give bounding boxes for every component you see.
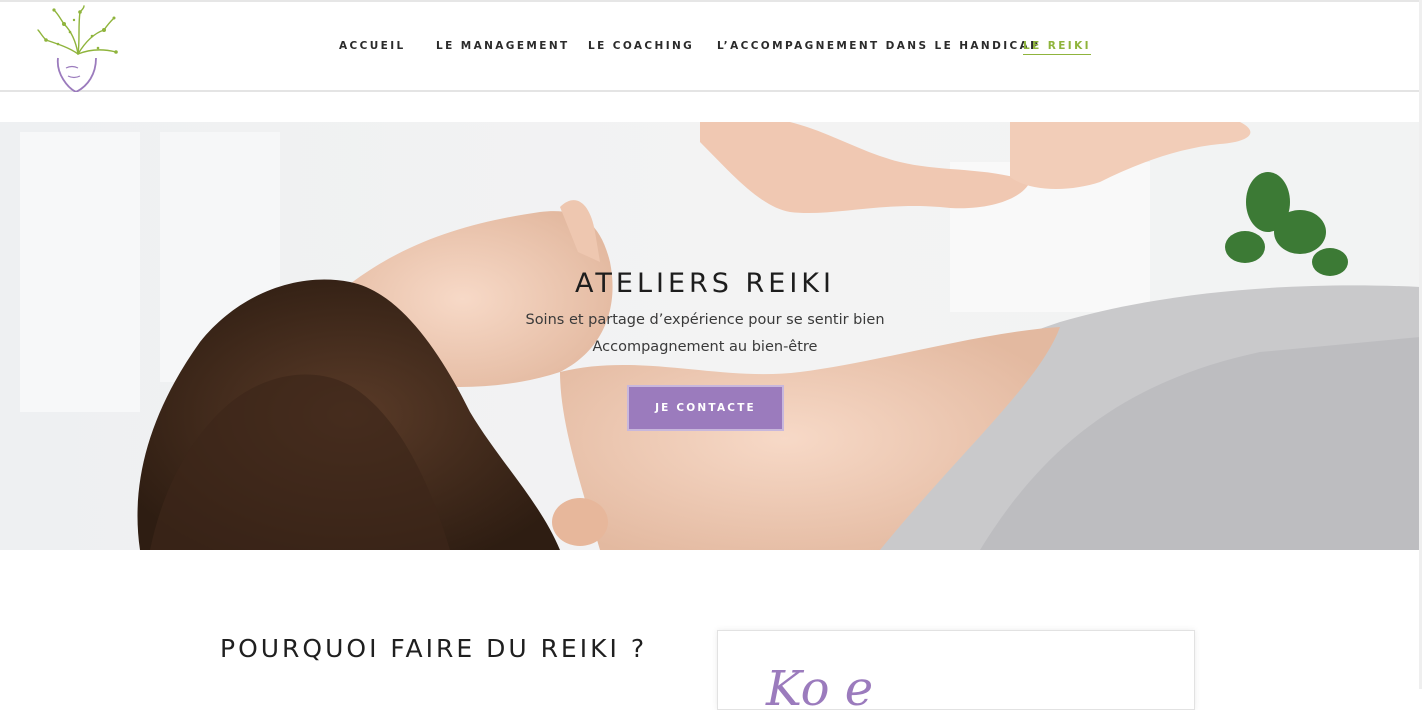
card-script-heading: Ko e bbox=[766, 661, 874, 710]
nav-item-accueil[interactable]: ACCUEIL bbox=[339, 40, 406, 52]
nav-item-coaching[interactable]: LE COACHING bbox=[588, 40, 694, 52]
nav-item-management[interactable]: LE MANAGEMENT bbox=[436, 40, 570, 52]
hero-subtitle-line2: Accompagnement au bien-être bbox=[592, 339, 818, 355]
site-header: ACCUEIL LE MANAGEMENT LE COACHING L’ACCO… bbox=[0, 0, 1422, 92]
hero-background-image bbox=[0, 122, 1420, 550]
info-card: Ko e bbox=[717, 630, 1195, 710]
nav-item-reiki[interactable]: LE REIKI bbox=[1023, 40, 1091, 55]
main-nav: ACCUEIL LE MANAGEMENT LE COACHING L’ACCO… bbox=[0, 40, 1422, 60]
contact-button[interactable]: JE CONTACTE bbox=[627, 385, 784, 431]
hero-banner: ATELIERS REIKI Soins et partage d’expéri… bbox=[0, 122, 1420, 550]
hero-title: ATELIERS REIKI bbox=[575, 268, 835, 299]
section-title: POURQUOI FAIRE DU REIKI ? bbox=[220, 634, 648, 663]
hero-subtitle-line1: Soins et partage d’expérience pour se se… bbox=[525, 312, 885, 328]
nav-item-handicap[interactable]: L’ACCOMPAGNEMENT DANS LE HANDICAP bbox=[717, 40, 1040, 52]
